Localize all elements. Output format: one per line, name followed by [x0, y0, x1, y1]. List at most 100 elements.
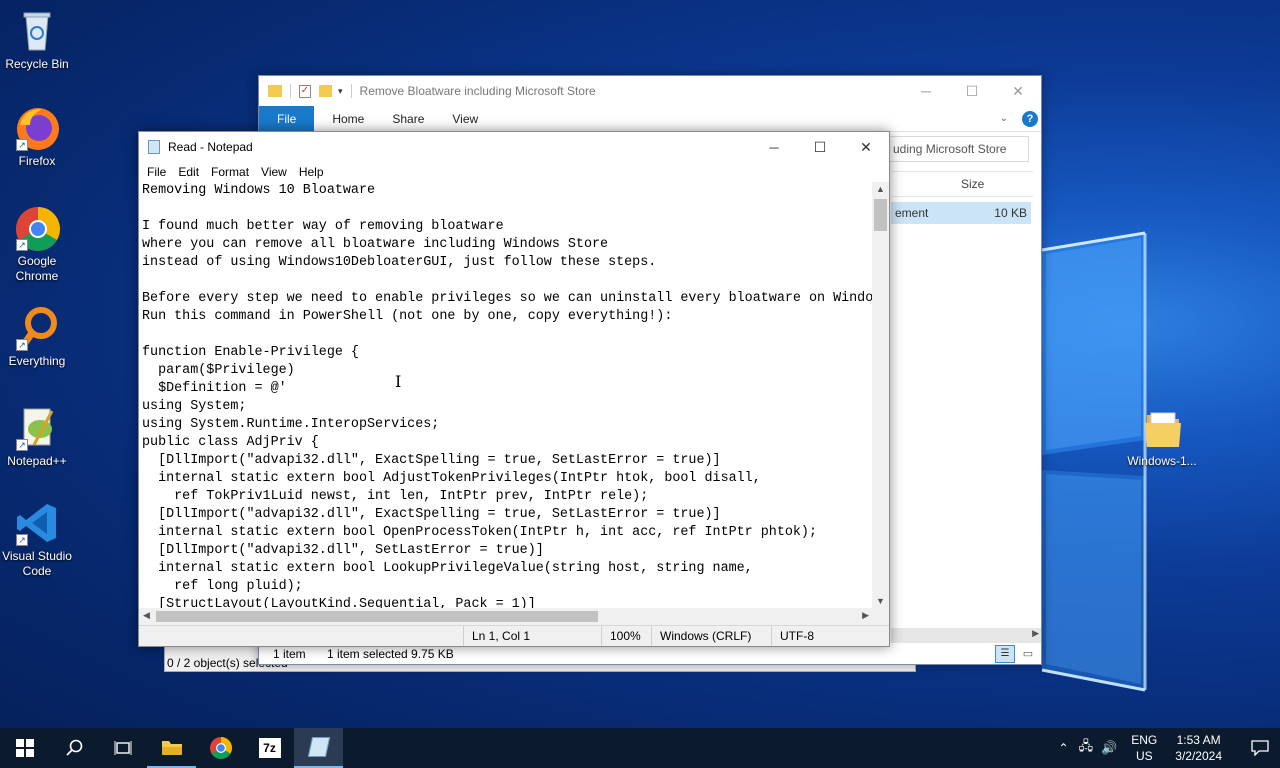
- shortcut-arrow-icon: ↗: [16, 534, 28, 546]
- clock[interactable]: 1:53 AM 3/2/2024: [1175, 732, 1222, 764]
- shortcut-arrow-icon: ↗: [16, 239, 28, 251]
- menu-view[interactable]: View: [255, 165, 293, 179]
- status-bar: Ln 1, Col 1 100% Windows (CRLF) UTF-8: [139, 625, 889, 646]
- details-view-icon[interactable]: ☰: [995, 645, 1015, 663]
- notepadpp-icon: ↗: [14, 405, 60, 451]
- tab-home[interactable]: Home: [318, 106, 378, 132]
- large-icons-view-icon[interactable]: ▭: [1019, 646, 1037, 662]
- taskbar-notepad[interactable]: [294, 728, 343, 768]
- desktop-icon-everything[interactable]: ↗ Everything: [2, 305, 72, 368]
- search-button[interactable]: [49, 728, 98, 768]
- status-position: Ln 1, Col 1: [463, 626, 601, 646]
- scroll-up-icon[interactable]: ▲: [876, 184, 885, 194]
- status-spacer: [139, 626, 463, 646]
- notepad-icon: [148, 140, 160, 154]
- notepad-window[interactable]: Read - Notepad ─ ☐ ✕ File Edit Format Vi…: [138, 131, 890, 647]
- chevron-down-icon[interactable]: ▾: [338, 86, 343, 97]
- desktop-icon-label: Visual Studio Code: [2, 549, 72, 578]
- menu-format[interactable]: Format: [205, 165, 255, 179]
- chevron-down-icon[interactable]: ⌄: [1000, 113, 1008, 124]
- taskbar: 7z ⌃ 🖧 🔊 ENG US 1:53 AM 3/2/2024: [0, 728, 1280, 768]
- desktop-icon-vscode[interactable]: ↗ Visual Studio Code: [2, 500, 72, 579]
- show-hidden-icons-icon[interactable]: ⌃: [1059, 741, 1069, 755]
- column-header-size[interactable]: Size: [891, 171, 1033, 197]
- scroll-thumb[interactable]: [156, 611, 598, 622]
- firefox-icon: ↗: [14, 105, 60, 151]
- search-icon: [65, 739, 82, 756]
- desktop-icon-label: Firefox: [18, 154, 56, 168]
- tab-share[interactable]: Share: [378, 106, 438, 132]
- menu-edit[interactable]: Edit: [172, 165, 205, 179]
- shortcut-arrow-icon: ↗: [16, 139, 28, 151]
- shortcut-arrow-icon: ↗: [16, 439, 28, 451]
- close-button[interactable]: ✕: [843, 132, 889, 162]
- everything-search-icon: ↗: [14, 305, 60, 351]
- file-row-selected[interactable]: ement 10 KB: [891, 202, 1031, 224]
- status-selection: 1 item selected 9.75 KB: [327, 647, 454, 661]
- maximize-button[interactable]: ☐: [797, 132, 843, 162]
- divider: [350, 84, 352, 98]
- taskbar-7zip[interactable]: 7z: [245, 728, 294, 768]
- minimize-button[interactable]: ─: [903, 76, 949, 106]
- task-view-button[interactable]: [98, 728, 147, 768]
- properties-icon[interactable]: ✓: [299, 84, 311, 98]
- taskbar-file-explorer[interactable]: [147, 728, 196, 768]
- explorer-status-bar: 1 item 1 item selected 9.75 KB ☰ ▭: [259, 644, 1041, 664]
- folder-icon: [268, 85, 282, 97]
- horizontal-scrollbar[interactable]: ◀ ▶: [139, 608, 889, 625]
- search-box[interactable]: uding Microsoft Store: [889, 136, 1029, 162]
- windows-logo-icon: [15, 739, 34, 757]
- scroll-thumb[interactable]: [874, 199, 887, 231]
- vertical-scrollbar[interactable]: ▲ ▼: [872, 182, 889, 608]
- help-icon[interactable]: ?: [1022, 110, 1038, 127]
- folder-icon: [1139, 405, 1185, 451]
- status-item-count: 1 item: [273, 647, 306, 661]
- recycle-bin-icon: [14, 8, 60, 54]
- start-button[interactable]: [0, 728, 49, 768]
- maximize-button[interactable]: ☐: [949, 76, 995, 106]
- vscode-icon: ↗: [14, 500, 60, 546]
- action-center-button[interactable]: [1240, 728, 1280, 768]
- desktop-icon-label: Notepad++: [7, 454, 67, 468]
- menu-file[interactable]: File: [141, 165, 172, 179]
- desktop-icon-firefox[interactable]: ↗ Firefox: [2, 105, 72, 168]
- taskbar-chrome[interactable]: [196, 728, 245, 768]
- menu-bar: File Edit Format View Help: [139, 162, 889, 182]
- volume-icon[interactable]: 🔊: [1101, 740, 1117, 756]
- explorer-title-bar: ✓ ▾ Remove Bloatware including Microsoft…: [259, 76, 1041, 106]
- scroll-down-icon[interactable]: ▼: [876, 596, 885, 606]
- desktop-icon-notepadpp[interactable]: ↗ Notepad++: [2, 405, 72, 468]
- notification-icon: [1251, 740, 1269, 756]
- desktop-icon-label: Recycle Bin: [5, 57, 69, 71]
- desktop-icon-chrome[interactable]: ↗ Google Chrome: [2, 205, 72, 284]
- tab-file[interactable]: File: [259, 105, 315, 132]
- status-encoding: UTF-8: [771, 626, 887, 646]
- scroll-right-icon[interactable]: ▶: [862, 610, 869, 621]
- file-explorer-icon: [161, 741, 182, 755]
- text-editor[interactable]: Removing Windows 10 Bloatware I found mu…: [142, 182, 873, 608]
- chrome-icon: [209, 737, 232, 759]
- desktop-icon-label: Everything: [8, 354, 66, 368]
- horizontal-scrollbar[interactable]: ▶: [891, 628, 1041, 643]
- network-icon[interactable]: 🖧: [1079, 737, 1094, 759]
- minimize-button[interactable]: ─: [751, 132, 797, 162]
- menu-help[interactable]: Help: [293, 165, 330, 179]
- scroll-left-icon[interactable]: ◀: [143, 610, 150, 621]
- desktop-icon-recycle-bin[interactable]: Recycle Bin: [2, 8, 72, 71]
- new-folder-icon[interactable]: [319, 85, 332, 97]
- scroll-right-icon[interactable]: ▶: [1032, 628, 1039, 639]
- notepad-title-bar: Read - Notepad ─ ☐ ✕: [139, 132, 889, 162]
- ribbon-tabs: File Home Share View ⌄ ?: [259, 105, 1041, 132]
- text-cursor-icon: I: [395, 372, 402, 391]
- task-view-icon: [114, 741, 131, 755]
- divider: [290, 84, 291, 98]
- close-button[interactable]: ✕: [995, 76, 1041, 106]
- desktop-icon-folder[interactable]: Windows-1...: [1124, 405, 1200, 468]
- desktop-icon-label: Google Chrome: [15, 254, 59, 283]
- status-line-ending: Windows (CRLF): [651, 626, 771, 646]
- window-title: Read - Notepad: [168, 140, 253, 154]
- desktop-icon-label: Windows-1...: [1127, 454, 1197, 468]
- window-title: Remove Bloatware including Microsoft Sto…: [359, 84, 596, 98]
- tab-view[interactable]: View: [438, 106, 492, 132]
- language-indicator[interactable]: ENG US: [1131, 732, 1157, 764]
